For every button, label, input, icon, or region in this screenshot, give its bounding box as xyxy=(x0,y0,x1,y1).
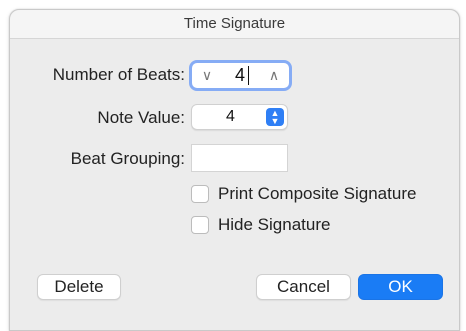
dialog-title: Time Signature xyxy=(10,10,459,39)
hide-signature-checkbox[interactable] xyxy=(191,216,209,234)
updown-arrows-icon: ▲ ▼ xyxy=(266,108,284,126)
print-composite-signature-option[interactable]: Print Composite Signature xyxy=(191,184,441,205)
chevron-up-icon: ∧ xyxy=(268,67,280,83)
decrement-beats-button[interactable]: ∨ xyxy=(195,63,219,88)
print-composite-signature-checkbox[interactable] xyxy=(191,185,209,203)
print-composite-signature-label: Print Composite Signature xyxy=(218,184,417,203)
note-value-selected: 4 xyxy=(226,108,235,125)
delete-button[interactable]: Delete xyxy=(37,274,121,300)
note-value-popup[interactable]: 4 ▲ ▼ xyxy=(191,104,288,130)
increment-beats-button[interactable]: ∧ xyxy=(262,63,286,88)
cancel-button[interactable]: Cancel xyxy=(256,274,351,300)
number-of-beats-label: Number of Beats: xyxy=(52,65,185,84)
number-of-beats-stepper[interactable]: ∨ 4 ∧ xyxy=(189,60,292,91)
time-signature-dialog: Time Signature Number of Beats: ∨ 4 ∧ No… xyxy=(9,9,460,331)
beat-grouping-label: Beat Grouping: xyxy=(70,149,185,168)
hide-signature-option[interactable]: Hide Signature xyxy=(191,215,351,236)
hide-signature-label: Hide Signature xyxy=(218,215,331,234)
text-caret xyxy=(248,66,249,85)
ok-button[interactable]: OK xyxy=(358,274,443,300)
chevron-down-icon: ∨ xyxy=(201,67,213,83)
note-value-label: Note Value: xyxy=(97,108,185,127)
number-of-beats-value[interactable]: 4 xyxy=(235,64,245,87)
beat-grouping-field[interactable] xyxy=(191,144,288,172)
